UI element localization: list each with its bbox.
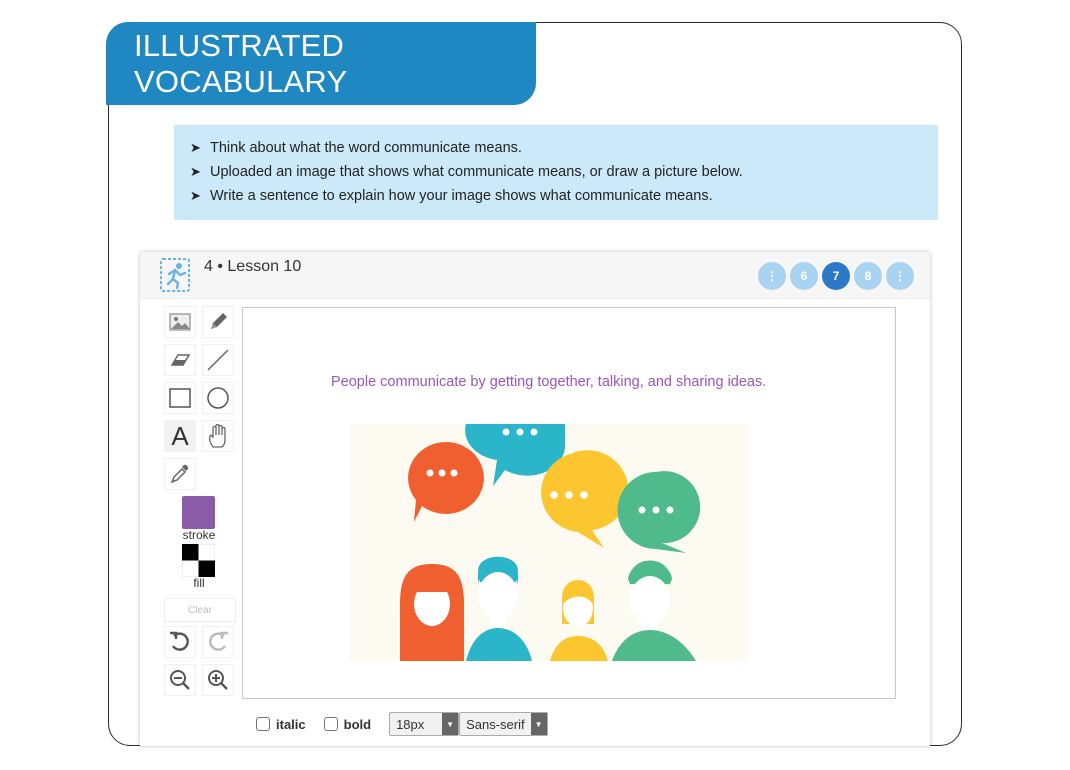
speech-bubbles-people-image: [400, 424, 701, 661]
zoom-in-icon: [208, 670, 228, 690]
image-icon: [169, 313, 191, 331]
line-icon: [207, 349, 229, 371]
instruction-item: ➤ Uploaded an image that shows what comm…: [190, 160, 938, 184]
pencil-tool-button[interactable]: [202, 306, 234, 338]
line-tool-button[interactable]: [202, 344, 234, 376]
fill-label: fill: [193, 576, 205, 590]
zoom-out-button[interactable]: [164, 664, 196, 696]
italic-checkbox[interactable]: [256, 717, 270, 731]
bold-label: bold: [343, 716, 372, 732]
page-7-button[interactable]: 7: [822, 262, 850, 290]
transparent-pattern-icon: [181, 543, 216, 578]
arrow-bullet-icon: ➤: [190, 140, 201, 155]
instruction-text: Think about what the word communicate me…: [210, 140, 522, 156]
arrow-bullet-icon: ➤: [190, 164, 201, 179]
hand-icon: [208, 423, 226, 448]
clear-button[interactable]: Clear: [164, 598, 236, 622]
page-8-button[interactable]: 8: [854, 262, 882, 290]
drawing-canvas[interactable]: People communicate by getting together, …: [242, 307, 896, 699]
pencil-icon: [211, 313, 227, 329]
instruction-text: Write a sentence to explain how your ima…: [210, 188, 713, 204]
stroke-color-swatch[interactable]: [182, 496, 215, 529]
arrow-bullet-icon: ➤: [190, 188, 201, 203]
canvas-caption-text[interactable]: People communicate by getting together, …: [331, 374, 766, 390]
rectangle-tool-button[interactable]: [164, 382, 196, 414]
italic-label: italic: [276, 716, 306, 732]
redo-button[interactable]: [202, 626, 234, 658]
circle-icon: [207, 387, 229, 409]
chevron-down-icon: ▼: [442, 713, 459, 735]
notebook-runner-icon: [156, 256, 194, 294]
chevron-down-icon: ▼: [530, 713, 547, 735]
text-icon: A: [171, 420, 189, 451]
instruction-item: ➤ Write a sentence to explain how your i…: [190, 184, 938, 208]
font-family-value: Sans-serif: [466, 716, 525, 732]
stroke-label: stroke: [182, 528, 216, 542]
circle-tool-button[interactable]: [202, 382, 234, 414]
instruction-item: ➤ Think about what the word communicate …: [190, 136, 938, 160]
font-size-value: 18px: [396, 716, 425, 732]
font-size-select[interactable]: 18px ▼: [389, 712, 460, 736]
undo-icon: [170, 631, 189, 651]
drawing-app: 4 • Lesson 10 ⋮ 6 7 8 ⋮ A stroke fill Cl…: [140, 252, 930, 746]
font-family-select[interactable]: Sans-serif ▼: [459, 712, 548, 736]
eraser-tool-button[interactable]: [164, 344, 196, 376]
hand-tool-button[interactable]: [202, 420, 234, 452]
lesson-label: 4 • Lesson 10: [204, 258, 302, 275]
rectangle-icon: [169, 388, 191, 408]
bold-checkbox[interactable]: [323, 717, 338, 731]
eraser-icon: [170, 354, 191, 366]
text-tool-button[interactable]: A: [164, 420, 196, 452]
page-6-button[interactable]: 6: [790, 262, 818, 290]
zoom-out-icon: [170, 670, 190, 690]
people-talking-illustration[interactable]: [350, 424, 748, 661]
instructions-panel: ➤ Think about what the word communicate …: [174, 125, 938, 220]
redo-icon: [209, 631, 228, 651]
page-navigator: ⋮ 6 7 8 ⋮: [758, 262, 914, 290]
undo-button[interactable]: [164, 626, 196, 658]
image-tool-button[interactable]: [164, 306, 196, 338]
zoom-in-button[interactable]: [202, 664, 234, 696]
app-header: 4 • Lesson 10 ⋮ 6 7 8 ⋮: [140, 252, 930, 299]
page-menu-button[interactable]: ⋮: [758, 262, 786, 290]
instruction-text: Uploaded an image that shows what commun…: [210, 164, 743, 180]
eyedropper-icon: [170, 464, 189, 484]
page-title: ILLUSTRATED VOCABULARY: [106, 22, 536, 105]
page-more-button[interactable]: ⋮: [886, 262, 914, 290]
text-format-bar: italic bold 18px ▼ Sans-serif ▼: [256, 712, 548, 736]
fill-color-swatch[interactable]: [181, 543, 216, 578]
eyedropper-tool-button[interactable]: [164, 458, 196, 490]
